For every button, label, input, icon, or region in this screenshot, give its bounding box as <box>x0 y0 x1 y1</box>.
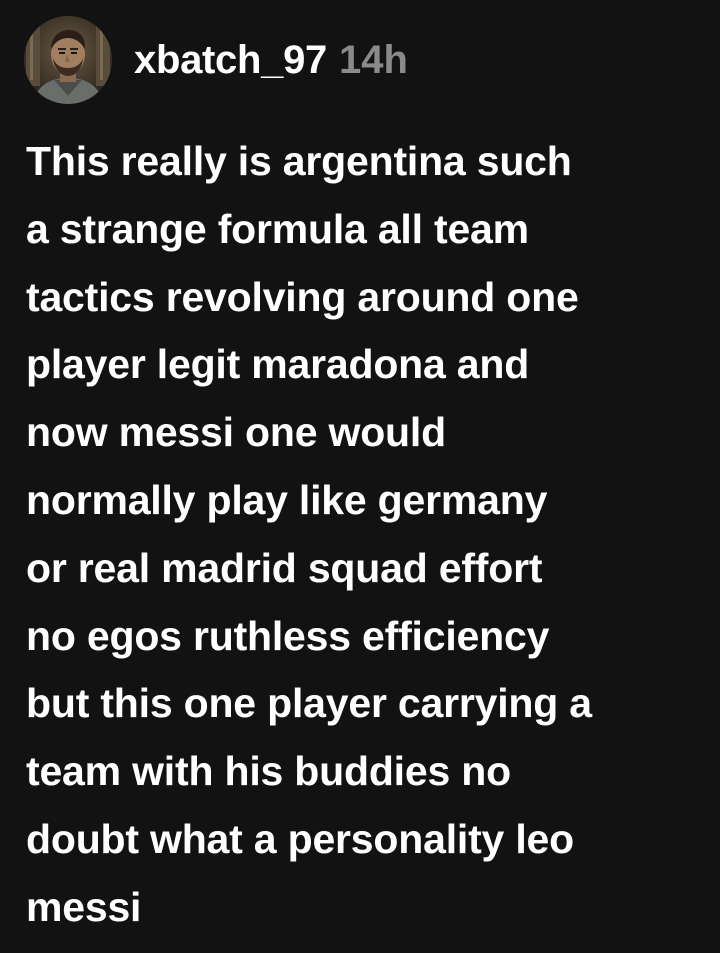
comment-line: messi <box>26 883 142 930</box>
comment: xbatch_97 14h This really is argentina s… <box>0 0 720 953</box>
comment-line: a strange formula all team <box>26 205 529 252</box>
avatar[interactable] <box>24 16 112 104</box>
comment-line: doubt what a personality leo <box>26 815 574 862</box>
comment-header: xbatch_97 14h <box>24 16 408 104</box>
comment-body: This really is argentina such a strange … <box>26 128 696 942</box>
comment-line: player legit maradona and <box>26 341 530 388</box>
timestamp: 14h <box>338 37 408 82</box>
comment-line: now messi one would <box>26 409 446 456</box>
username[interactable]: xbatch_97 <box>134 38 327 83</box>
comment-line: team with his buddies no <box>26 748 511 795</box>
comment-line: normally play like germany <box>26 476 548 523</box>
comment-line: or real madrid squad effort <box>26 544 543 591</box>
comment-line: no egos ruthless efficiency <box>26 612 550 659</box>
user-avatar-icon <box>24 16 112 104</box>
comment-meta: xbatch_97 14h <box>134 38 408 83</box>
comment-line: tactics revolving around one <box>26 273 579 320</box>
comment-line: but this one player carrying a <box>26 680 592 727</box>
comment-line: This really is argentina such <box>26 138 572 184</box>
